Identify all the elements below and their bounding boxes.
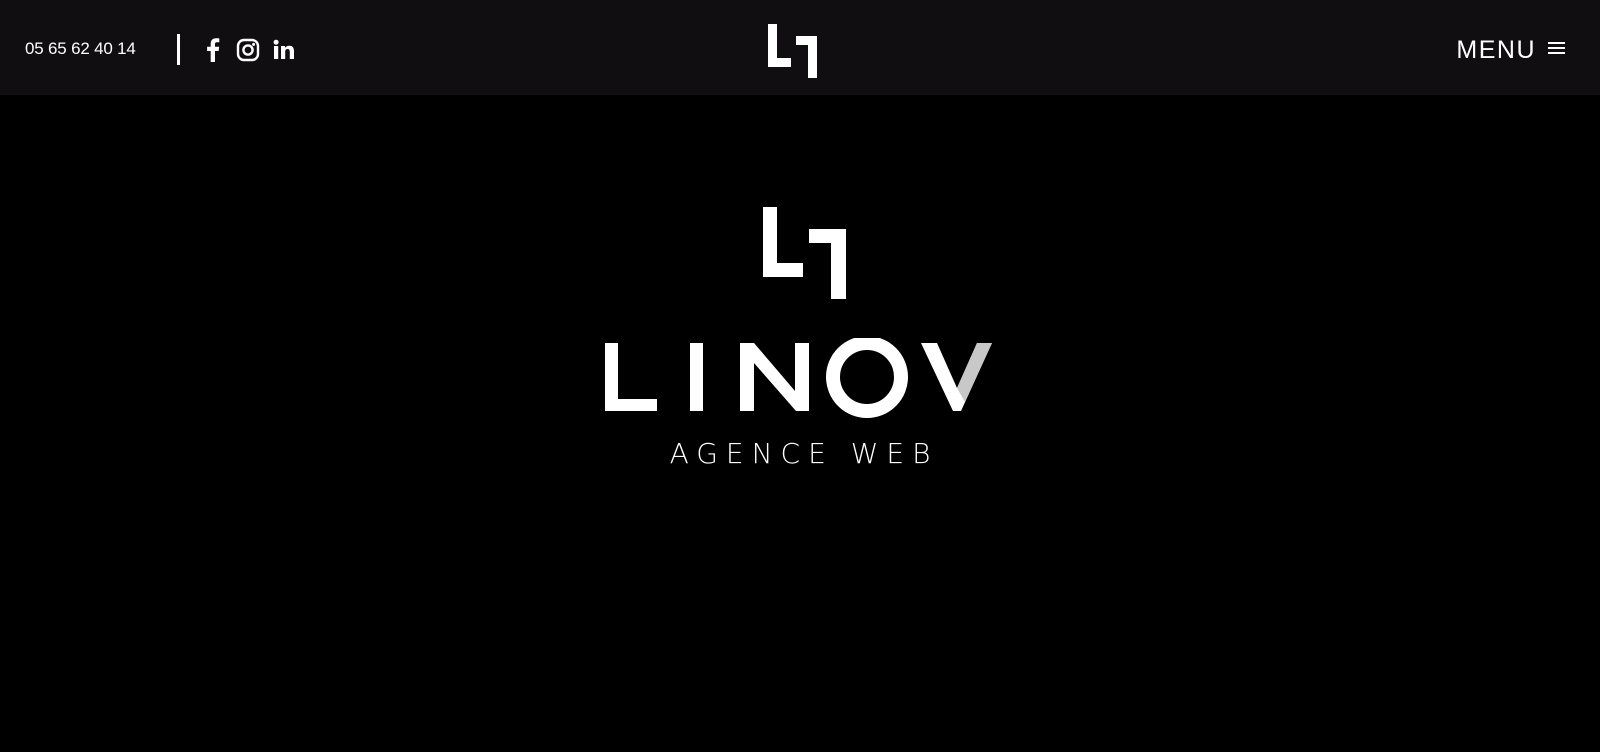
linov-mark-icon (763, 207, 846, 299)
phone-link[interactable]: 05 65 62 40 14 (25, 38, 136, 60)
menu-label: MENU (1456, 36, 1536, 64)
facebook-icon[interactable] (200, 37, 226, 63)
tagline: AGENCE WEB (669, 437, 939, 470)
linov-mark-icon[interactable] (768, 24, 818, 78)
menu-button[interactable]: MENU (1456, 34, 1565, 66)
brand-logo-wordmark (605, 336, 1005, 418)
site-header: 05 65 62 40 14 MENU (0, 0, 1600, 95)
hamburger-icon (1548, 41, 1565, 60)
hero-section: AGENCE WEB (0, 95, 1600, 752)
instagram-icon[interactable] (235, 37, 261, 63)
header-divider (177, 34, 180, 65)
linkedin-icon[interactable] (271, 37, 297, 63)
